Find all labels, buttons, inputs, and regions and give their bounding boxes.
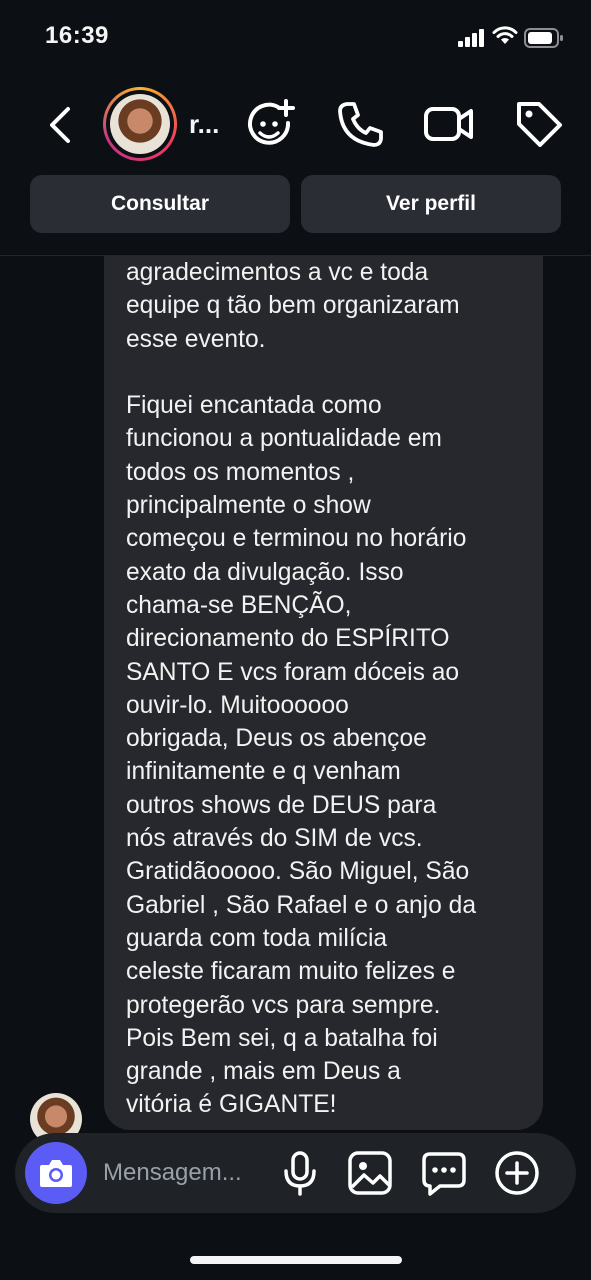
sticker-chat-icon[interactable] bbox=[420, 1149, 468, 1197]
contact-avatar[interactable] bbox=[103, 87, 177, 161]
cellular-signal-icon bbox=[458, 29, 484, 47]
tag-icon[interactable] bbox=[512, 97, 566, 151]
home-indicator[interactable] bbox=[190, 1256, 402, 1264]
avatar-photo bbox=[110, 94, 170, 154]
status-time: 16:39 bbox=[45, 22, 109, 49]
view-profile-button[interactable]: Ver perfil bbox=[301, 175, 561, 233]
camera-button[interactable] bbox=[25, 1142, 87, 1204]
contact-name[interactable]: r... bbox=[189, 109, 219, 140]
consult-button[interactable]: Consultar bbox=[30, 175, 290, 233]
add-icon[interactable] bbox=[493, 1149, 541, 1197]
gallery-icon[interactable] bbox=[346, 1149, 394, 1197]
wifi-icon bbox=[492, 26, 518, 44]
battery-icon bbox=[524, 28, 563, 48]
camera-icon bbox=[40, 1160, 72, 1187]
message-composer bbox=[15, 1133, 576, 1213]
message-text: agradecimentos a vc e toda equipe q tão … bbox=[126, 259, 477, 1119]
message-thread[interactable]: agradecimentos a vc e toda equipe q tão … bbox=[0, 256, 591, 1136]
add-emoji-icon[interactable] bbox=[244, 97, 298, 151]
status-bar: 16:39 bbox=[0, 0, 591, 75]
video-camera-icon[interactable] bbox=[422, 97, 476, 151]
message-input[interactable] bbox=[103, 1153, 263, 1193]
microphone-icon[interactable] bbox=[276, 1149, 324, 1197]
chat-header: r... Consultar Ver perfil bbox=[0, 75, 591, 256]
back-chevron-icon[interactable] bbox=[42, 103, 78, 147]
phone-icon[interactable] bbox=[334, 97, 388, 151]
